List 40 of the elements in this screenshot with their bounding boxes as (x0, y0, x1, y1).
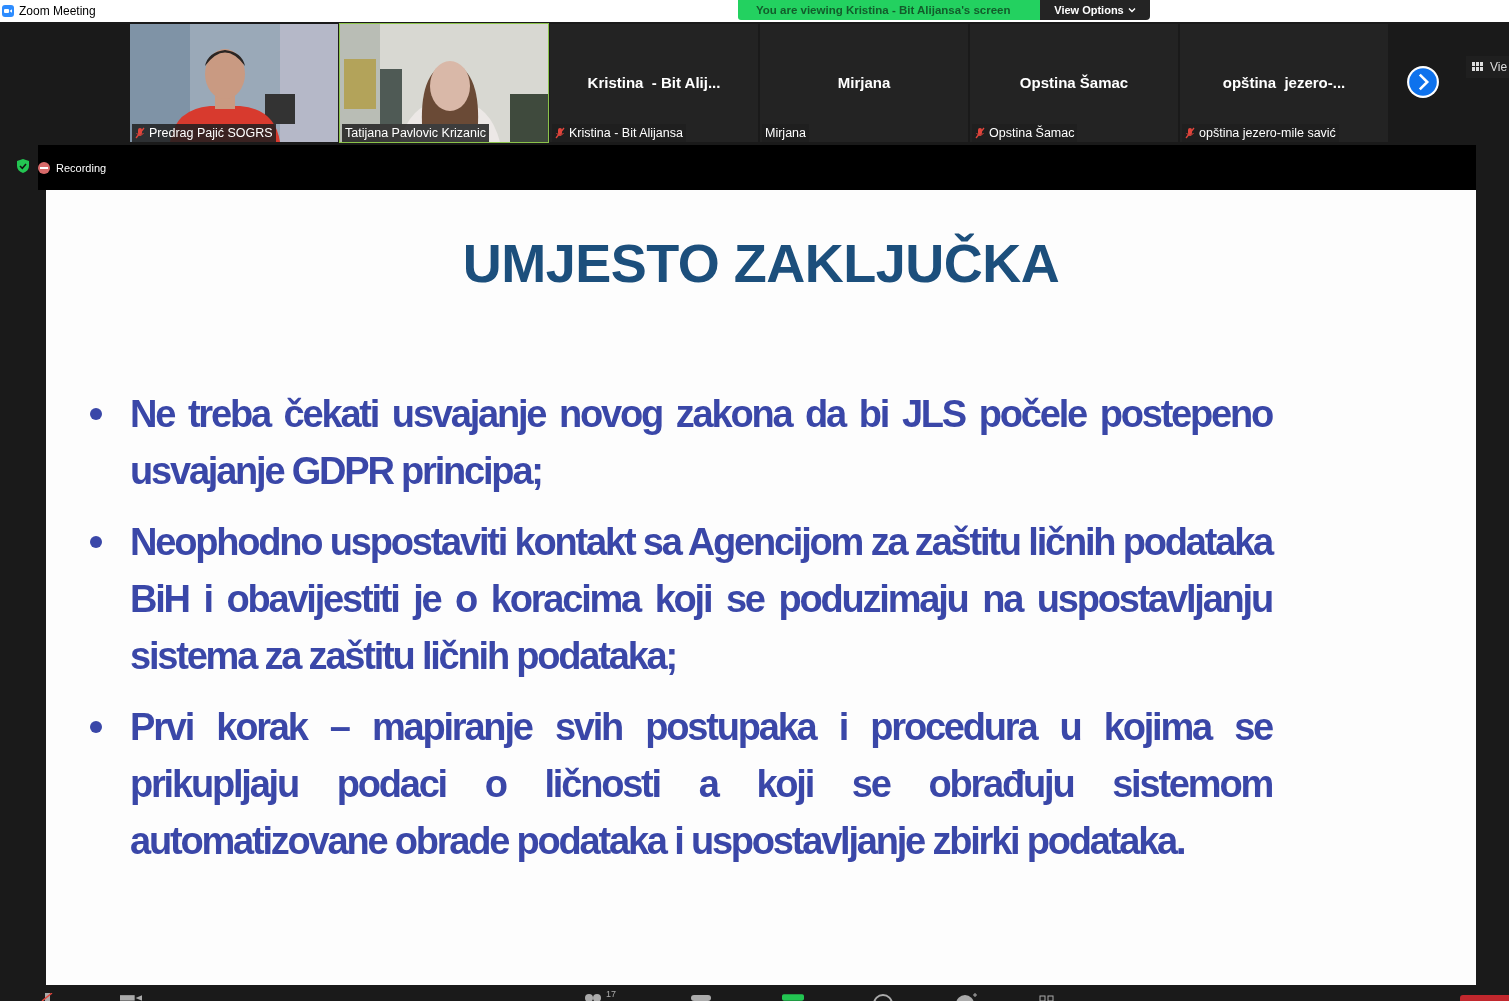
participant-tile[interactable]: Predrag Pajić SOGRS (130, 24, 338, 142)
participant-name: Opstina Šamac (1019, 73, 1129, 91)
slide-title: UMJESTO ZAKLJUČKA (462, 232, 1060, 294)
view-button[interactable]: Vie (1466, 56, 1509, 78)
participants-count: 17 (606, 989, 616, 999)
participant-label: opština jezero-mile savić (1199, 126, 1336, 140)
participant-name: Kristina - Bit Alij... (587, 73, 721, 91)
security-shield-icon[interactable] (17, 159, 29, 173)
participant-label: Mirjana (765, 126, 806, 140)
participant-label: Predrag Pajić SOGRS (149, 126, 273, 140)
participant-tile[interactable]: Kristina - Bit Alij... Kristina - Bit Alijansa (550, 24, 758, 142)
participant-name: opština jezero-... (1222, 73, 1346, 91)
window-title: Zoom Meeting (19, 4, 96, 18)
recording-label: Recording (56, 161, 107, 174)
bullet-text: Ne treba čekati usvajanje novog zakona da bi JLS počele postepeno usvajanje GDPR principa; (130, 392, 1272, 494)
participant-tile[interactable]: Mirjana Mirjana (760, 24, 968, 142)
participants-icon[interactable] (582, 993, 604, 1001)
grid-icon (1472, 62, 1484, 72)
reactions-icon[interactable] (955, 993, 977, 1001)
participant-tile[interactable]: opština jezero-... opština jezero-mile savić (1180, 24, 1388, 142)
camera-icon[interactable] (120, 993, 142, 1001)
participant-label: Opstina Šamac (989, 126, 1075, 140)
caret-icon (1127, 7, 1136, 13)
record-icon[interactable] (872, 993, 894, 1001)
participant-label: Tatijana Pavlovic Krizanic (345, 126, 487, 140)
bullet-icon (90, 536, 102, 548)
bullet-icon (90, 408, 102, 420)
chat-icon[interactable] (690, 993, 712, 1001)
recording-icon (38, 161, 50, 174)
sharing-banner: You are viewing Kristina - Bit Alijansa's screen (738, 0, 1040, 20)
participant-label: Kristina - Bit Alijansa (569, 126, 683, 140)
participant-tile[interactable]: Opstina Šamac Opstina Šamac (970, 24, 1178, 142)
next-page-button[interactable] (1406, 65, 1440, 99)
share-screen-icon[interactable] (782, 993, 804, 1001)
bullet-text: Prvi korak – mapiranje svih postupaka i procedura u kojima se prikupljaju podaci o ličnosti a koji se obrađuju sistemom automatizovane obrade podataka i uspostavljanje zbirki podataka. (130, 705, 1272, 864)
view-options-button[interactable]: View Options (1040, 0, 1150, 20)
bullet-icon (90, 721, 102, 733)
bullet-text: Neophodno uspostaviti kontakt sa Agencijom za zaštitu ličnih podataka BiH i obavijestiti je o koracima koji se poduzimaju na uspostavljanju sistema za zaštitu ličnih podataka; (130, 520, 1272, 679)
participant-name: Mirjana (837, 73, 891, 91)
participant-tile[interactable]: Tatijana Pavlovic Krizanic (340, 24, 548, 142)
